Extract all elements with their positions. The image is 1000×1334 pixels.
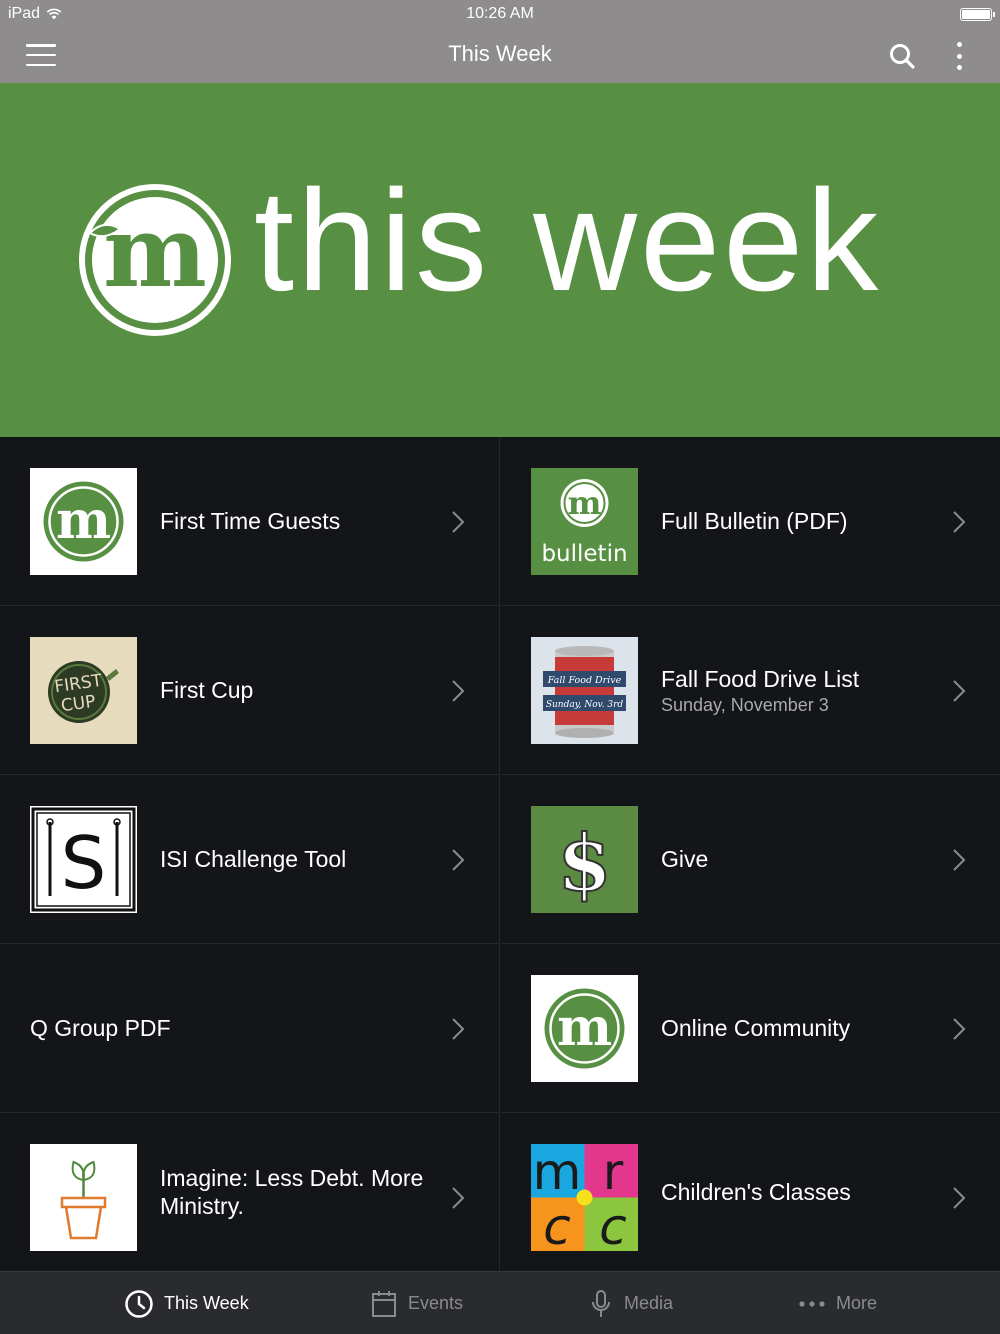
list-item-full-bulletin[interactable]: m bulletin Full Bulletin (PDF) (501, 437, 1000, 606)
list-item-give[interactable]: $ Give (501, 775, 1000, 944)
list-item-text: First Time Guests (160, 437, 439, 605)
mrcc-thumbnail: m r c c (531, 1144, 638, 1251)
tab-events[interactable]: Events (370, 1272, 463, 1334)
chevron-right-icon (452, 511, 465, 533)
chevron-right-icon (452, 680, 465, 702)
coffee-cup-icon: FIRST CUP (30, 637, 137, 744)
tab-label: Events (408, 1293, 464, 1313)
calendar-icon (372, 1290, 396, 1317)
isi-thumbnail: S (30, 806, 137, 913)
clock-icon (125, 1289, 153, 1318)
svg-text:c: c (599, 1198, 627, 1251)
svg-text:bulletin: bulletin (541, 541, 627, 567)
list-item-text: Children's Classes (661, 1113, 940, 1271)
m-logo-thumbnail: m (531, 975, 638, 1082)
content-grid: m First Time Guests m bulletin Full Bull… (0, 437, 1000, 1271)
m-logo-icon: m (43, 481, 124, 562)
svg-text:r: r (603, 1144, 624, 1201)
tab-more[interactable]: More (798, 1272, 877, 1334)
list-item-subtitle: Sunday, November 3 (661, 694, 829, 715)
food-can-icon: Fall Food Drive Sunday, Nov. 3rd (531, 637, 638, 744)
bulletin-thumbnail: m bulletin (531, 468, 638, 575)
list-item-title: Online Community (661, 1015, 851, 1041)
list-item-title: First Cup (160, 677, 254, 703)
battery-icon (960, 8, 995, 21)
list-item-title: Children's Classes (661, 1179, 851, 1205)
list-item-title: Give (661, 846, 709, 872)
more-dots-icon (799, 1300, 825, 1307)
list-item-first-cup[interactable]: FIRST CUP First Cup (0, 606, 500, 775)
list-item-text: Give (661, 775, 940, 943)
list-item-online-community[interactable]: m Online Community (501, 944, 1000, 1113)
bulletin-logo-icon: m bulletin (541, 479, 628, 567)
svg-text:Fall Food Drive: Fall Food Drive (547, 675, 622, 686)
list-item-isi-challenge-tool[interactable]: S ISI Challenge Tool (0, 775, 500, 944)
list-item-text: First Cup (160, 606, 439, 774)
mrcc-logo-icon: m r c c (531, 1144, 638, 1251)
tab-label: More (836, 1293, 878, 1313)
svg-text:S: S (61, 821, 107, 905)
m-logo-thumbnail: m (30, 468, 137, 575)
tab-this-week[interactable]: This Week (124, 1272, 249, 1334)
hero-title: this week (254, 160, 882, 321)
chevron-right-icon (452, 1187, 465, 1209)
m-logo-icon: m (544, 988, 625, 1069)
first-cup-thumbnail: FIRST CUP (30, 637, 137, 744)
list-item-title: ISI Challenge Tool (160, 846, 347, 872)
status-bar: iPad 10:26 AM (0, 0, 1000, 28)
list-item-fall-food-drive[interactable]: Fall Food Drive Sunday, Nov. 3rd Fall Fo… (501, 606, 1000, 775)
list-item-text: Online Community (661, 944, 940, 1112)
list-item-q-group-pdf[interactable]: Q Group PDF (0, 944, 500, 1113)
chevron-right-icon (953, 849, 966, 871)
status-time: 10:26 AM (466, 5, 534, 22)
list-item-text: Fall Food Drive List Sunday, November 3 (661, 606, 940, 774)
food-drive-thumbnail: Fall Food Drive Sunday, Nov. 3rd (531, 637, 638, 744)
tab-bar: This Week Events Media More (0, 1271, 1000, 1334)
dollar-sign-icon: $ (556, 817, 612, 910)
chevron-right-icon (452, 849, 465, 871)
list-item-text: Q Group PDF (30, 944, 439, 1112)
tab-media[interactable]: Media (588, 1272, 673, 1334)
list-item-imagine[interactable]: Imagine: Less Debt. More Ministry. (0, 1113, 500, 1271)
svg-text:m: m (557, 997, 612, 1058)
tab-label: Media (624, 1293, 674, 1313)
hero-banner: m this week (0, 83, 1000, 437)
page-title: This Week (448, 41, 552, 66)
chevron-right-icon (452, 1018, 465, 1040)
list-item-title: Q Group PDF (30, 1015, 171, 1041)
chevron-right-icon (953, 680, 966, 702)
list-item-childrens-classes[interactable]: m r c c Children's Classes (501, 1113, 1000, 1271)
hero-logo-letter: m (103, 195, 207, 310)
list-item-text: Full Bulletin (PDF) (661, 437, 940, 605)
svg-text:m: m (568, 484, 602, 522)
svg-text:m: m (533, 1144, 582, 1201)
list-item-text: ISI Challenge Tool (160, 775, 439, 943)
plant-pot-icon (60, 1160, 107, 1240)
search-icon[interactable] (888, 42, 916, 70)
svg-text:c: c (543, 1198, 571, 1251)
list-item-text: Imagine: Less Debt. More Ministry. (160, 1113, 439, 1271)
list-item-title: Imagine: Less Debt. More Ministry. (160, 1165, 424, 1219)
svg-text:$: $ (557, 818, 611, 909)
chevron-right-icon (953, 1187, 966, 1209)
nav-bar: This Week (0, 28, 1000, 83)
list-item-title: Full Bulletin (PDF) (661, 508, 848, 534)
svg-text:Sunday, Nov. 3rd: Sunday, Nov. 3rd (546, 700, 624, 710)
m-logo-icon: m (79, 184, 231, 336)
plant-pot-thumbnail (30, 1144, 137, 1251)
overflow-menu-icon[interactable] (950, 40, 968, 72)
tab-label: This Week (164, 1293, 249, 1313)
list-item-title: First Time Guests (160, 508, 341, 534)
isi-logo-icon: S (31, 807, 136, 912)
svg-text:m: m (56, 490, 111, 551)
microphone-icon (592, 1289, 610, 1317)
list-item-first-time-guests[interactable]: m First Time Guests (0, 437, 500, 606)
list-item-title: Fall Food Drive List (661, 665, 860, 692)
chevron-right-icon (953, 511, 966, 533)
chevron-right-icon (953, 1018, 966, 1040)
give-thumbnail: $ (531, 806, 638, 913)
